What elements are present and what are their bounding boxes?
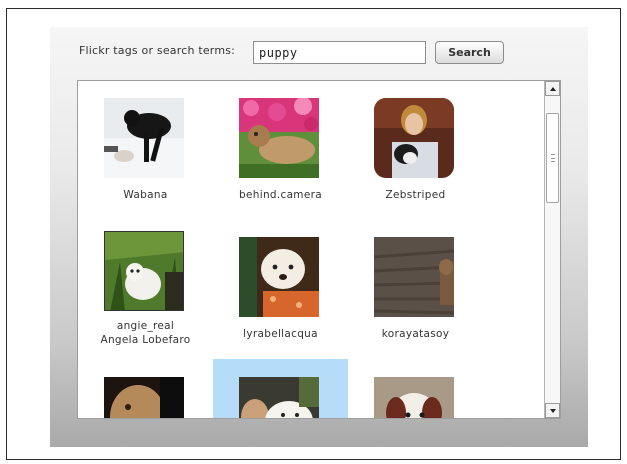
photo-tile[interactable]: behind.camera bbox=[213, 81, 348, 216]
photo-thumbnail[interactable] bbox=[239, 237, 319, 317]
photo-tile[interactable]: Wabana bbox=[78, 81, 213, 216]
results-scrollbar[interactable] bbox=[544, 81, 560, 418]
photo-caption: angie_real bbox=[116, 320, 175, 332]
dog-on-floor-image bbox=[374, 237, 454, 317]
photo-thumbnail[interactable] bbox=[239, 98, 319, 178]
photo-caption: lyrabellacqua bbox=[243, 328, 318, 340]
photo-thumbnail[interactable] bbox=[374, 377, 454, 418]
search-input[interactable] bbox=[253, 41, 426, 64]
photo-thumbnail[interactable] bbox=[104, 98, 184, 178]
grip-icon bbox=[551, 154, 555, 162]
results-grid[interactable]: Wabana behind.camera Zebstriped angie_re… bbox=[77, 80, 561, 419]
photo-tile[interactable] bbox=[78, 356, 213, 418]
photo-tile[interactable]: Zebstriped bbox=[348, 81, 483, 216]
woman-with-puppy-image bbox=[374, 98, 454, 178]
photo-thumbnail[interactable] bbox=[374, 237, 454, 317]
white-puppy-grass-image bbox=[105, 232, 183, 310]
scroll-thumb[interactable] bbox=[546, 113, 559, 203]
search-label: Flickr tags or search terms: bbox=[79, 44, 236, 57]
scroll-up-button[interactable] bbox=[545, 81, 560, 96]
arrow-down-icon bbox=[549, 408, 556, 413]
photo-tile[interactable]: lyrabellacqua bbox=[213, 216, 348, 356]
photo-thumbnail[interactable] bbox=[104, 377, 184, 418]
fluffy-puppy-blanket-image bbox=[239, 237, 319, 317]
photo-tile-selected[interactable] bbox=[213, 359, 348, 418]
tan-dog-image bbox=[104, 377, 184, 418]
scroll-track[interactable] bbox=[545, 96, 560, 403]
photo-tile[interactable]: angie_real Angela Lobefaro bbox=[78, 216, 213, 356]
arrow-up-icon bbox=[549, 86, 556, 91]
search-button[interactable]: Search bbox=[435, 41, 504, 64]
puppy-held-image bbox=[239, 377, 319, 418]
puppy-flowers-image bbox=[239, 98, 319, 178]
photo-caption: behind.camera bbox=[239, 189, 322, 201]
photo-caption: korayatasoy bbox=[381, 328, 450, 340]
photo-thumbnail[interactable] bbox=[374, 98, 454, 178]
photo-tile[interactable]: korayatasoy bbox=[348, 216, 483, 356]
photo-tile[interactable] bbox=[348, 356, 483, 418]
photo-caption: Zebstriped bbox=[385, 189, 446, 201]
scroll-down-button[interactable] bbox=[545, 403, 560, 418]
photo-thumbnail[interactable] bbox=[239, 377, 319, 418]
shih-tzu-puppy-image bbox=[374, 377, 454, 418]
photo-thumbnail[interactable] bbox=[104, 231, 184, 311]
photo-caption: Wabana bbox=[123, 189, 168, 201]
black-dog-snow-image bbox=[104, 98, 184, 178]
photo-caption-line2: Angela Lobefaro bbox=[100, 334, 191, 346]
